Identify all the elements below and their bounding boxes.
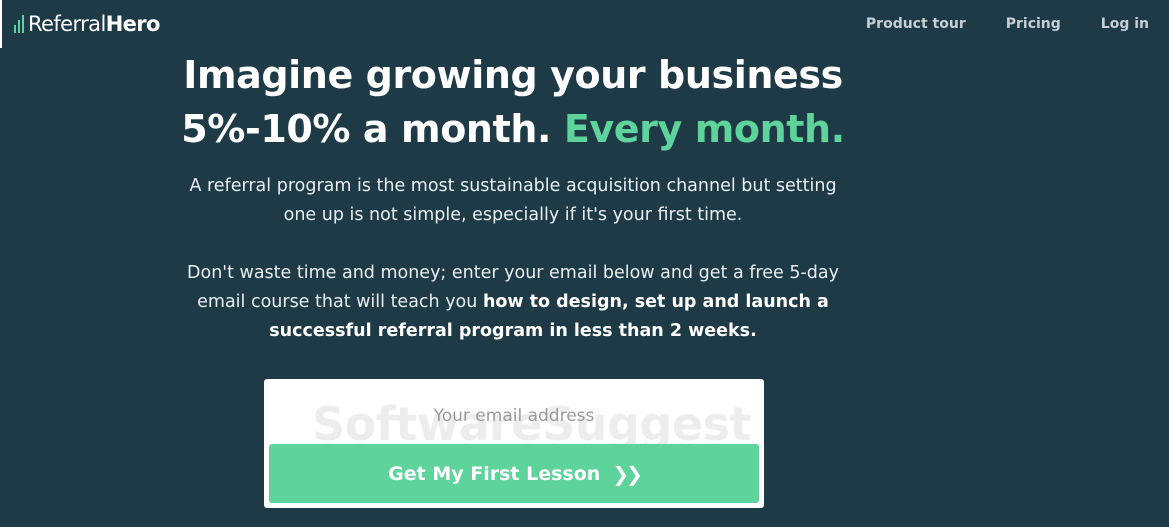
logo-text-bold: Hero <box>105 12 161 36</box>
top-nav: Product tour Pricing Log in <box>866 16 1169 32</box>
paragraph-2-line-1: Don't waste time and money; enter your e… <box>187 263 839 283</box>
double-chevron-right-icon: ❯❯ <box>612 461 642 486</box>
hero-headline: Imagine growing your business 5%-10% a m… <box>100 48 926 156</box>
hero-paragraph-1: A referral program is the most sustainab… <box>100 172 926 230</box>
paragraph-2-line-2: email course that will teach you <box>197 292 478 312</box>
headline-line-1: Imagine growing your business <box>183 53 843 97</box>
paragraph-1-line-2: one up is not simple, especially if it's… <box>283 205 743 225</box>
nav-pricing[interactable]: Pricing <box>1006 16 1061 32</box>
window-edge <box>0 0 2 48</box>
referralhero-logo[interactable]: ReferralHero <box>14 11 160 37</box>
logo-text: ReferralHero <box>28 12 160 36</box>
headline-line-2: 5%-10% a month. <box>181 107 552 151</box>
logo-text-regular: Referral <box>28 12 106 36</box>
get-first-lesson-button[interactable]: Get My First Lesson ❯❯ <box>269 444 759 503</box>
nav-log-in[interactable]: Log in <box>1101 16 1149 32</box>
paragraph-1-line-1: A referral program is the most sustainab… <box>189 176 837 196</box>
hero-paragraph-2: Don't waste time and money; enter your e… <box>100 259 926 346</box>
email-input[interactable] <box>264 392 764 440</box>
landing-page: ReferralHero Product tour Pricing Log in… <box>0 0 1169 527</box>
cta-label: Get My First Lesson <box>388 462 601 485</box>
paragraph-2-line-3-bold: successful referral program in less than… <box>269 321 757 341</box>
headline-accent: Every month. <box>563 107 845 151</box>
nav-product-tour[interactable]: Product tour <box>866 16 966 32</box>
paragraph-2-line-2-bold: how to design, set up and launch a <box>482 292 829 312</box>
bars-logo-icon <box>14 15 26 33</box>
signup-form: SoftwareSuggest Get My First Lesson ❯❯ <box>264 379 764 508</box>
